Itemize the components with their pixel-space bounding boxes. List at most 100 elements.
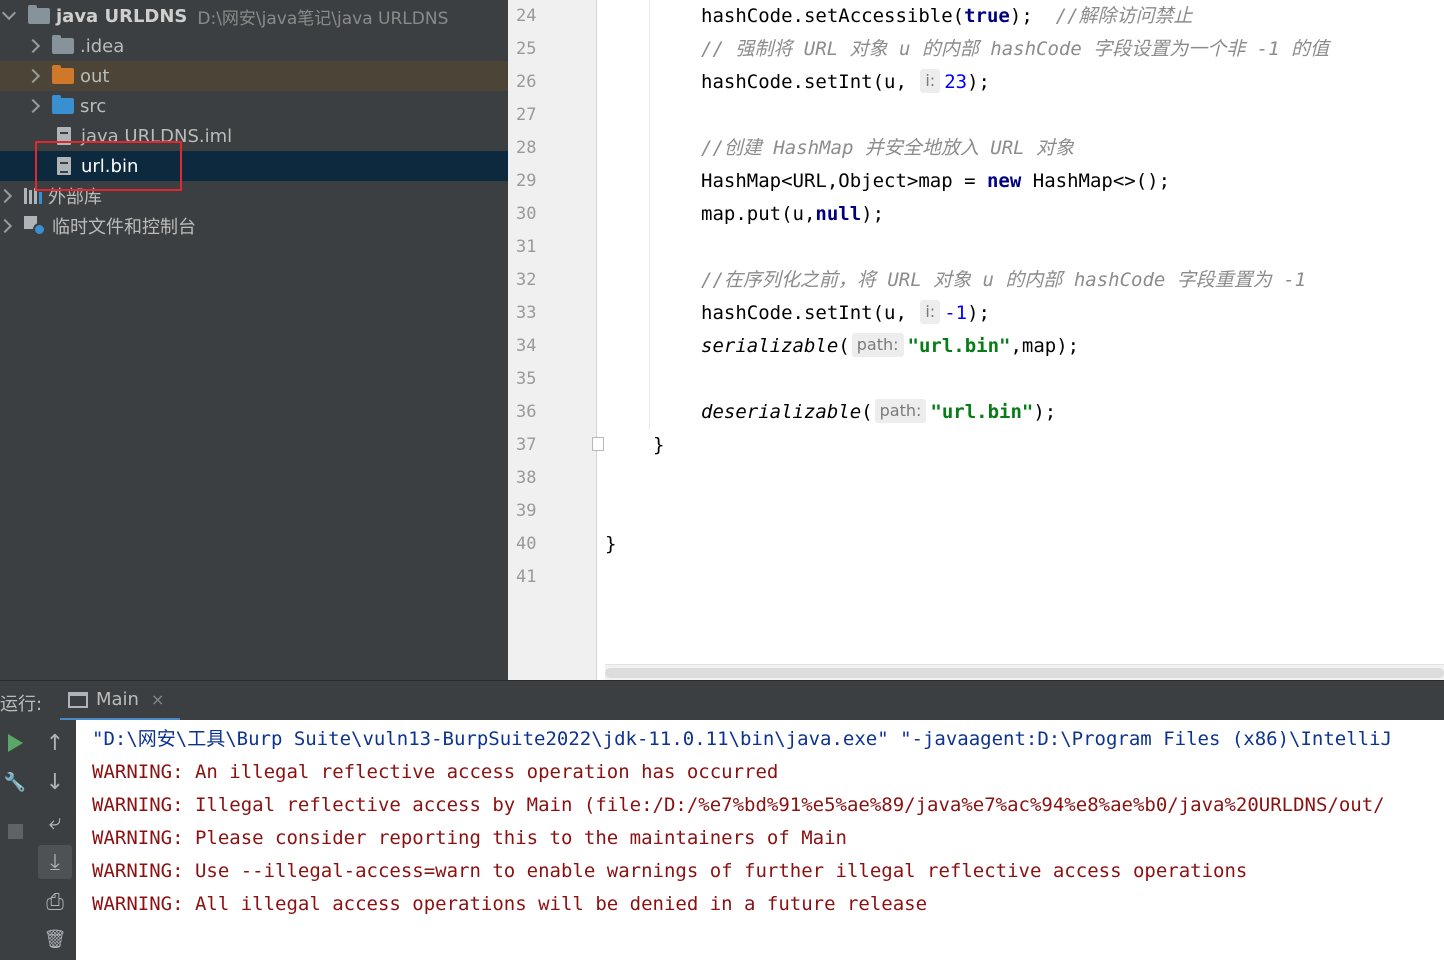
folder-icon: [52, 35, 74, 54]
horizontal-scrollbar[interactable]: [605, 664, 1444, 680]
line-number: 35: [516, 369, 537, 389]
code-line-24: hashCode.setAccessible(true); //解除访问禁止: [701, 5, 1193, 27]
chevron-right-icon[interactable]: [25, 98, 41, 114]
up-stack-button[interactable]: ↑: [40, 728, 70, 758]
line-number: 32: [516, 270, 537, 290]
line-number: 25: [516, 39, 537, 59]
console-line: WARNING: Illegal reflective access by Ma…: [92, 794, 1385, 816]
tree-item-label: url.bin: [81, 155, 139, 177]
tree-item-url-bin[interactable]: url.bin: [0, 151, 508, 181]
stop-icon: [7, 823, 23, 839]
indent-guide: [649, 0, 650, 430]
console-output[interactable]: "D:\网安\工具\Burp Suite\vuln13-BurpSuite202…: [76, 720, 1444, 960]
scrollbar-thumb[interactable]: [605, 668, 1444, 678]
close-icon[interactable]: ×: [151, 690, 164, 709]
file-icon: [57, 157, 71, 175]
line-number-gutter: 24 25 26 27 28 29 30 31 32 33 34 35 36 3…: [508, 0, 597, 680]
run-tool-window-header: 运行: Main ×: [0, 680, 1444, 721]
code-line-25: // 强制将 URL 对象 u 的内部 hashCode 字段设置为一个非 -1…: [701, 38, 1329, 60]
console-line: WARNING: Please consider reporting this …: [92, 827, 847, 849]
wrench-icon: 🔧: [3, 771, 27, 793]
code-line-32: //在序列化之前，将 URL 对象 u 的内部 hashCode 字段重置为 -…: [701, 269, 1307, 291]
line-number: 36: [516, 402, 537, 422]
line-number: 39: [516, 501, 537, 521]
param-hint: path:: [851, 333, 904, 357]
project-tree: java URLDNS D:\网安\java笔记\java URLDNS .id…: [0, 0, 508, 680]
clear-all-button[interactable]: 🗑: [40, 924, 70, 954]
param-hint: path:: [874, 399, 927, 423]
tree-item-src[interactable]: src: [0, 91, 508, 121]
console-line: WARNING: All illegal access operations w…: [92, 893, 928, 915]
chevron-right-icon[interactable]: [0, 188, 13, 204]
line-number: 28: [516, 138, 537, 158]
tree-item-idea[interactable]: .idea: [0, 31, 508, 61]
line-number: 41: [516, 567, 537, 587]
line-number: 34: [516, 336, 537, 356]
line-number: 37: [516, 435, 537, 455]
tree-item-external-libraries[interactable]: 外部库: [0, 181, 508, 211]
param-hint: i:: [920, 69, 941, 93]
chevron-right-icon[interactable]: [25, 38, 41, 54]
code-editor[interactable]: 24 25 26 27 28 29 30 31 32 33 34 35 36 3…: [508, 0, 1444, 680]
down-stack-button[interactable]: ↓: [40, 767, 70, 797]
console-line: "D:\网安\工具\Burp Suite\vuln13-BurpSuite202…: [92, 728, 1392, 750]
source-folder-icon: [52, 95, 74, 114]
fold-marker-icon[interactable]: [592, 437, 604, 451]
scratches-icon: [24, 216, 46, 236]
line-number: 40: [516, 534, 537, 554]
scroll-to-end-button[interactable]: ⤓: [38, 845, 72, 879]
soft-wrap-button[interactable]: ⤶: [40, 807, 70, 837]
tree-item-iml[interactable]: java URLDNS.iml: [0, 121, 508, 151]
line-number: 33: [516, 303, 537, 323]
tree-item-label: out: [80, 65, 110, 87]
settings-button[interactable]: 🔧: [0, 767, 30, 797]
line-number: 38: [516, 468, 537, 488]
tree-root-java-urldns[interactable]: java URLDNS D:\网安\java笔记\java URLDNS: [0, 1, 508, 31]
module-folder-icon: [28, 5, 50, 24]
print-button[interactable]: ⎙: [40, 887, 70, 917]
file-icon: [57, 127, 71, 145]
console-line: WARNING: An illegal reflective access op…: [92, 761, 779, 783]
arrow-up-icon: ↑: [45, 730, 65, 756]
run-label: 运行:: [0, 694, 43, 715]
arrow-down-icon: ↓: [45, 769, 65, 795]
code-line-29: HashMap<URL,Object>map = new HashMap<>()…: [701, 170, 1171, 192]
tree-item-label: java URLDNS.iml: [81, 125, 233, 147]
code-line-40: }: [605, 533, 617, 555]
stop-button[interactable]: [0, 816, 30, 846]
code-line-33: hashCode.setInt(u, i: -1);: [701, 300, 990, 324]
code-line-36: deserializable(path: "url.bin");: [701, 399, 1057, 423]
line-number: 27: [516, 105, 537, 125]
code-line-28: //创建 HashMap 并安全地放入 URL 对象: [701, 137, 1075, 159]
chevron-down-icon[interactable]: [1, 5, 17, 21]
tree-item-label: 外部库: [48, 187, 102, 208]
print-icon: ⎙: [46, 889, 64, 915]
run-tab-main[interactable]: Main ×: [60, 681, 180, 721]
line-number: 24: [516, 6, 537, 26]
play-icon: [7, 734, 23, 752]
line-number: 31: [516, 237, 537, 257]
console-icon: [68, 691, 88, 708]
trash-icon: 🗑: [43, 928, 67, 950]
chevron-right-icon[interactable]: [25, 68, 41, 84]
tree-item-label: 临时文件和控制台: [52, 217, 196, 238]
chevron-right-icon[interactable]: [0, 218, 13, 234]
line-number: 30: [516, 204, 537, 224]
tree-item-out[interactable]: out: [0, 61, 508, 91]
tree-item-scratches[interactable]: 临时文件和控制台: [0, 211, 508, 241]
library-icon: [24, 188, 42, 204]
wrap-icon: ⤶: [48, 809, 62, 835]
tree-item-label: .idea: [80, 35, 125, 57]
param-hint: i:: [920, 300, 941, 324]
line-number: 26: [516, 72, 537, 92]
code-line-34: serializable(path: "url.bin",map);: [701, 333, 1080, 357]
line-number: 29: [516, 171, 537, 191]
scroll-end-icon: ⤓: [50, 849, 60, 875]
tree-root-path: D:\网安\java笔记\java URLDNS: [197, 8, 449, 29]
tree-root-label: java URLDNS: [56, 5, 188, 27]
run-toolbar: ↑ 🔧 ↓ ⤶ ⤓ ⎙ 🗑: [0, 720, 76, 960]
rerun-button[interactable]: [0, 728, 30, 758]
code-line-30: map.put(u,null);: [701, 203, 885, 225]
code-line-37: }: [653, 434, 665, 456]
excluded-folder-icon: [52, 65, 74, 84]
